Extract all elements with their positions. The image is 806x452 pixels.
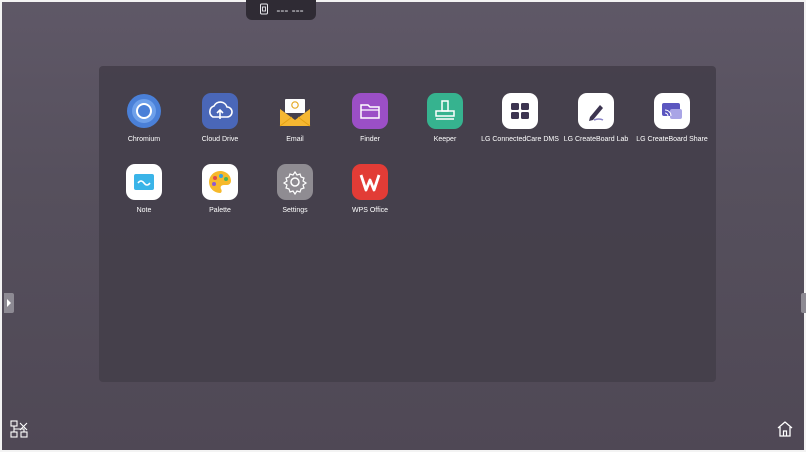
app-chromium[interactable]: Chromium: [106, 93, 182, 144]
email-icon: [277, 93, 313, 129]
app-label: Email: [286, 136, 304, 143]
app-wps-office[interactable]: WPS Office: [332, 164, 408, 215]
app-keeper[interactable]: Keeper: [407, 93, 483, 144]
app-cloud-drive[interactable]: Cloud Drive: [182, 93, 258, 144]
app-finder[interactable]: Finder: [332, 93, 408, 144]
app-lg-createboard-share[interactable]: LG CreateBoard Share: [634, 93, 710, 144]
app-email[interactable]: Email: [257, 93, 333, 144]
app-label: Keeper: [433, 136, 457, 143]
screen-share-icon: [654, 93, 690, 129]
status-indicator[interactable]: --- ---: [246, 0, 316, 20]
folder-icon: [352, 93, 388, 129]
app-label: LG CreateBoard Lab: [563, 136, 629, 143]
dashboard-icon: [502, 93, 538, 129]
gear-icon: [277, 164, 313, 200]
app-label: Palette: [209, 207, 231, 214]
palette-icon: [202, 164, 238, 200]
app-note[interactable]: Note: [106, 164, 182, 215]
app-label: Finder: [360, 136, 380, 143]
home-button[interactable]: [774, 420, 796, 442]
left-edge-handle[interactable]: [4, 293, 14, 313]
cloud-drive-icon: [202, 93, 238, 129]
app-drawer-panel: Chromium Cloud Drive Email Finder Keeper…: [99, 66, 716, 382]
app-label: Chromium: [127, 136, 161, 143]
right-edge-handle[interactable]: [801, 293, 806, 313]
wps-icon: [352, 164, 388, 200]
app-settings[interactable]: Settings: [257, 164, 333, 215]
network-icon: [9, 419, 29, 444]
app-label: Settings: [282, 207, 308, 214]
keeper-icon: [427, 93, 463, 129]
app-label: Note: [136, 207, 152, 214]
app-label: LG CreateBoard Share: [636, 136, 708, 143]
note-icon: [126, 164, 162, 200]
home-icon: [775, 419, 795, 444]
app-lg-createboard-lab[interactable]: LG CreateBoard Lab: [558, 93, 634, 144]
storage-icon: [258, 3, 270, 18]
app-palette[interactable]: Palette: [182, 164, 258, 215]
network-button[interactable]: [8, 419, 30, 444]
app-lg-connectedcare-dms[interactable]: LG ConnectedCare DMS: [481, 93, 559, 144]
chevron-right-icon: [6, 294, 12, 312]
app-label: LG ConnectedCare DMS: [481, 136, 559, 143]
app-label: WPS Office: [351, 207, 389, 214]
pen-icon: [578, 93, 614, 129]
app-label: Cloud Drive: [201, 136, 239, 143]
chromium-icon: [126, 93, 162, 129]
status-text: --- ---: [276, 3, 304, 17]
